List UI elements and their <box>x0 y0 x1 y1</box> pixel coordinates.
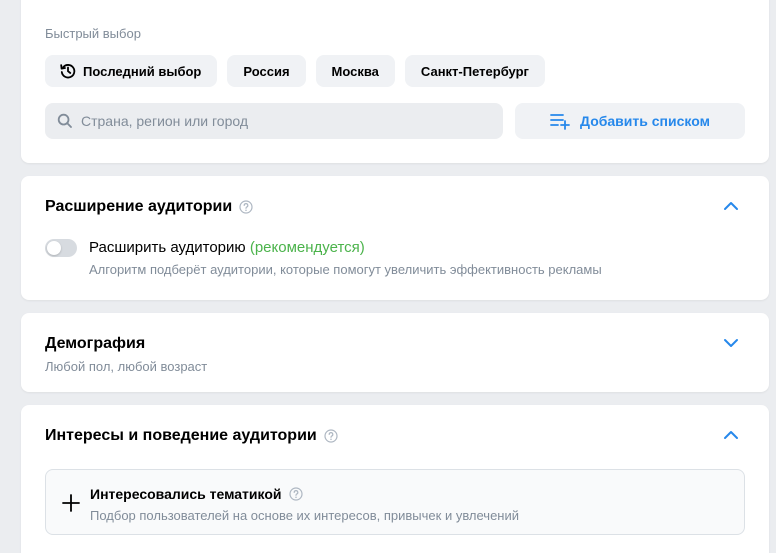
audience-expansion-title: Расширение аудитории <box>45 198 233 215</box>
chip-label: Последний выбор <box>83 63 202 79</box>
location-search[interactable] <box>45 103 503 139</box>
chip-last-choice[interactable]: Последний выбор <box>45 55 218 87</box>
demography-card[interactable]: Демография Любой пол, любой возраст <box>21 313 769 392</box>
interested-in-topic-item[interactable]: Интересовались тематикой Подбор пользова… <box>45 469 745 535</box>
add-list-button[interactable]: Добавить списком <box>515 103 745 139</box>
section-title: Расширение аудитории <box>45 198 253 216</box>
item-title: Интересовались тематикой <box>90 486 303 502</box>
chevron-up-icon[interactable] <box>721 196 741 216</box>
history-icon <box>59 62 77 80</box>
recommended-label: (рекомендуется) <box>249 239 365 256</box>
interested-in-topic-description: Подбор пользователей на основе их интере… <box>90 508 520 523</box>
chevron-down-icon[interactable] <box>721 333 741 353</box>
plus-icon <box>60 492 82 514</box>
help-icon[interactable] <box>324 429 338 443</box>
chip-russia[interactable]: Россия <box>227 55 306 87</box>
chip-saint-petersburg[interactable]: Санкт-Петербург <box>404 55 545 87</box>
toggle-label: Расширить аудиторию (рекомендуется) <box>89 239 365 256</box>
search-icon <box>57 113 73 129</box>
location-search-input[interactable] <box>81 113 481 129</box>
section-title: Интересы и поведение аудитории <box>45 427 338 445</box>
chip-moscow[interactable]: Москва <box>315 55 395 87</box>
quick-select-chips: Последний выбор Россия Москва Санкт-Пете… <box>45 55 545 87</box>
toggle-knob <box>47 241 61 255</box>
interests-card: Интересы и поведение аудитории Интересов… <box>21 405 769 553</box>
list-add-icon <box>550 112 570 130</box>
chevron-up-icon[interactable] <box>721 425 741 445</box>
add-list-label: Добавить списком <box>580 113 710 129</box>
geo-card: Быстрый выбор Последний выбор Россия Мос… <box>21 0 769 163</box>
demography-title: Демография <box>45 335 146 352</box>
expand-audience-description: Алгоритм подберёт аудитории, которые пом… <box>89 262 602 277</box>
expand-audience-label: Расширить аудиторию <box>89 239 246 256</box>
interested-in-topic-title: Интересовались тематикой <box>90 486 282 502</box>
expand-audience-toggle[interactable] <box>45 239 77 257</box>
help-icon[interactable] <box>239 200 253 214</box>
help-icon[interactable] <box>288 487 303 501</box>
quick-select-label: Быстрый выбор <box>45 26 141 41</box>
audience-expansion-card: Расширение аудитории Расширить аудиторию… <box>21 176 769 300</box>
interests-title: Интересы и поведение аудитории <box>45 427 317 444</box>
demography-summary: Любой пол, любой возраст <box>45 359 208 374</box>
